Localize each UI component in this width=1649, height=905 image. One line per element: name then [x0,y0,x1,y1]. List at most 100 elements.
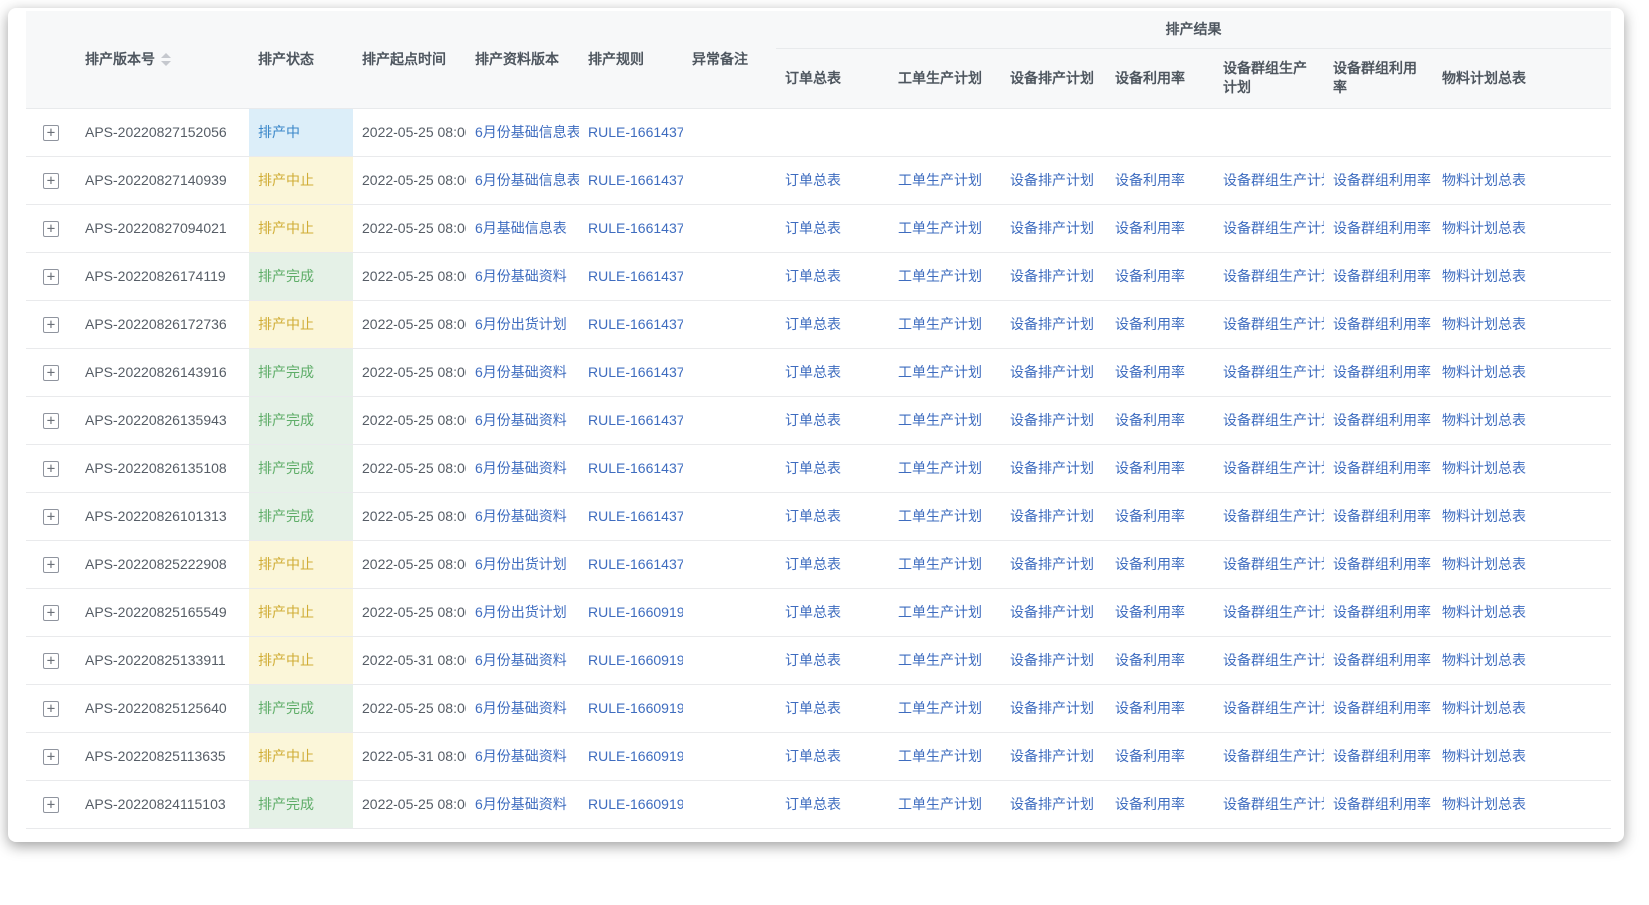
equipment-utilization-link[interactable]: 设备利用率 [1115,364,1185,380]
workorder-plan-link[interactable]: 工单生产计划 [898,316,982,332]
group-utilization-link[interactable]: 设备群组利用率 [1333,412,1431,428]
rule-link[interactable]: RULE-16609199 [588,700,683,716]
workorder-plan-link[interactable]: 工单生产计划 [898,412,982,428]
workorder-plan-link[interactable]: 工单生产计划 [898,652,982,668]
group-plan-link[interactable]: 设备群组生产计划 [1223,172,1324,188]
material-plan-link[interactable]: 物料计划总表 [1442,172,1526,188]
order-summary-link[interactable]: 订单总表 [785,796,841,812]
material-plan-link[interactable]: 物料计划总表 [1442,460,1526,476]
equipment-utilization-link[interactable]: 设备利用率 [1115,460,1185,476]
sort-icon[interactable] [161,53,171,66]
order-summary-link[interactable]: 订单总表 [785,460,841,476]
group-plan-link[interactable]: 设备群组生产计划 [1223,220,1324,236]
group-plan-link[interactable]: 设备群组生产计划 [1223,556,1324,572]
group-plan-link[interactable]: 设备群组生产计划 [1223,748,1324,764]
group-plan-link[interactable]: 设备群组生产计划 [1223,652,1324,668]
expand-row-icon[interactable]: + [43,461,59,477]
rule-link[interactable]: RULE-16614377 [588,508,683,524]
rule-link[interactable]: RULE-16614377 [588,412,683,428]
data-version-link[interactable]: 6月份基础资料 [475,364,567,380]
equipment-utilization-link[interactable]: 设备利用率 [1115,316,1185,332]
material-plan-link[interactable]: 物料计划总表 [1442,796,1526,812]
expand-row-icon[interactable]: + [43,365,59,381]
rule-link[interactable]: RULE-16614377 [588,364,683,380]
material-plan-link[interactable]: 物料计划总表 [1442,604,1526,620]
group-utilization-link[interactable]: 设备群组利用率 [1333,604,1431,620]
group-plan-link[interactable]: 设备群组生产计划 [1223,604,1324,620]
expand-row-icon[interactable]: + [43,653,59,669]
group-utilization-link[interactable]: 设备群组利用率 [1333,460,1431,476]
expand-row-icon[interactable]: + [43,269,59,285]
order-summary-link[interactable]: 订单总表 [785,652,841,668]
expand-row-icon[interactable]: + [43,701,59,717]
equipment-plan-link[interactable]: 设备排产计划 [1010,316,1094,332]
order-summary-link[interactable]: 订单总表 [785,316,841,332]
material-plan-link[interactable]: 物料计划总表 [1442,316,1526,332]
data-version-link[interactable]: 6月份基础信息表 [475,172,579,188]
group-utilization-link[interactable]: 设备群组利用率 [1333,652,1431,668]
material-plan-link[interactable]: 物料计划总表 [1442,556,1526,572]
group-utilization-link[interactable]: 设备群组利用率 [1333,748,1431,764]
equipment-plan-link[interactable]: 设备排产计划 [1010,412,1094,428]
group-utilization-link[interactable]: 设备群组利用率 [1333,268,1431,284]
equipment-plan-link[interactable]: 设备排产计划 [1010,700,1094,716]
expand-row-icon[interactable]: + [43,797,59,813]
workorder-plan-link[interactable]: 工单生产计划 [898,700,982,716]
rule-link[interactable]: RULE-16609199 [588,748,683,764]
data-version-link[interactable]: 6月份出货计划 [475,556,567,572]
expand-row-icon[interactable]: + [43,221,59,237]
material-plan-link[interactable]: 物料计划总表 [1442,652,1526,668]
material-plan-link[interactable]: 物料计划总表 [1442,364,1526,380]
rule-link[interactable]: RULE-16614377 [588,556,683,572]
workorder-plan-link[interactable]: 工单生产计划 [898,460,982,476]
equipment-utilization-link[interactable]: 设备利用率 [1115,604,1185,620]
equipment-plan-link[interactable]: 设备排产计划 [1010,652,1094,668]
order-summary-link[interactable]: 订单总表 [785,556,841,572]
data-version-link[interactable]: 6月份基础信息表 [475,124,579,140]
workorder-plan-link[interactable]: 工单生产计划 [898,796,982,812]
group-utilization-link[interactable]: 设备群组利用率 [1333,364,1431,380]
order-summary-link[interactable]: 订单总表 [785,364,841,380]
group-plan-link[interactable]: 设备群组生产计划 [1223,460,1324,476]
rule-link[interactable]: RULE-16614377 [588,316,683,332]
data-version-link[interactable]: 6月份基础资料 [475,508,567,524]
equipment-utilization-link[interactable]: 设备利用率 [1115,796,1185,812]
data-version-link[interactable]: 6月基础信息表 [475,220,567,236]
expand-row-icon[interactable]: + [43,413,59,429]
equipment-plan-link[interactable]: 设备排产计划 [1010,604,1094,620]
group-plan-link[interactable]: 设备群组生产计划 [1223,508,1324,524]
group-plan-link[interactable]: 设备群组生产计划 [1223,364,1324,380]
workorder-plan-link[interactable]: 工单生产计划 [898,556,982,572]
rule-link[interactable]: RULE-16614377 [588,460,683,476]
group-plan-link[interactable]: 设备群组生产计划 [1223,316,1324,332]
equipment-plan-link[interactable]: 设备排产计划 [1010,172,1094,188]
order-summary-link[interactable]: 订单总表 [785,220,841,236]
equipment-utilization-link[interactable]: 设备利用率 [1115,700,1185,716]
group-utilization-link[interactable]: 设备群组利用率 [1333,796,1431,812]
expand-row-icon[interactable]: + [43,509,59,525]
equipment-utilization-link[interactable]: 设备利用率 [1115,172,1185,188]
data-version-link[interactable]: 6月份基础资料 [475,700,567,716]
data-version-link[interactable]: 6月份出货计划 [475,604,567,620]
workorder-plan-link[interactable]: 工单生产计划 [898,748,982,764]
material-plan-link[interactable]: 物料计划总表 [1442,748,1526,764]
material-plan-link[interactable]: 物料计划总表 [1442,412,1526,428]
group-utilization-link[interactable]: 设备群组利用率 [1333,316,1431,332]
rule-link[interactable]: RULE-16614377 [588,268,683,284]
order-summary-link[interactable]: 订单总表 [785,268,841,284]
equipment-plan-link[interactable]: 设备排产计划 [1010,556,1094,572]
rule-link[interactable]: RULE-16609199 [588,796,683,812]
workorder-plan-link[interactable]: 工单生产计划 [898,220,982,236]
group-utilization-link[interactable]: 设备群组利用率 [1333,508,1431,524]
equipment-plan-link[interactable]: 设备排产计划 [1010,364,1094,380]
data-version-link[interactable]: 6月份基础资料 [475,460,567,476]
data-version-link[interactable]: 6月份基础资料 [475,748,567,764]
expand-row-icon[interactable]: + [43,605,59,621]
rule-link[interactable]: RULE-16614377 [588,220,683,236]
equipment-utilization-link[interactable]: 设备利用率 [1115,508,1185,524]
group-plan-link[interactable]: 设备群组生产计划 [1223,796,1324,812]
material-plan-link[interactable]: 物料计划总表 [1442,268,1526,284]
material-plan-link[interactable]: 物料计划总表 [1442,700,1526,716]
group-plan-link[interactable]: 设备群组生产计划 [1223,700,1324,716]
order-summary-link[interactable]: 订单总表 [785,508,841,524]
